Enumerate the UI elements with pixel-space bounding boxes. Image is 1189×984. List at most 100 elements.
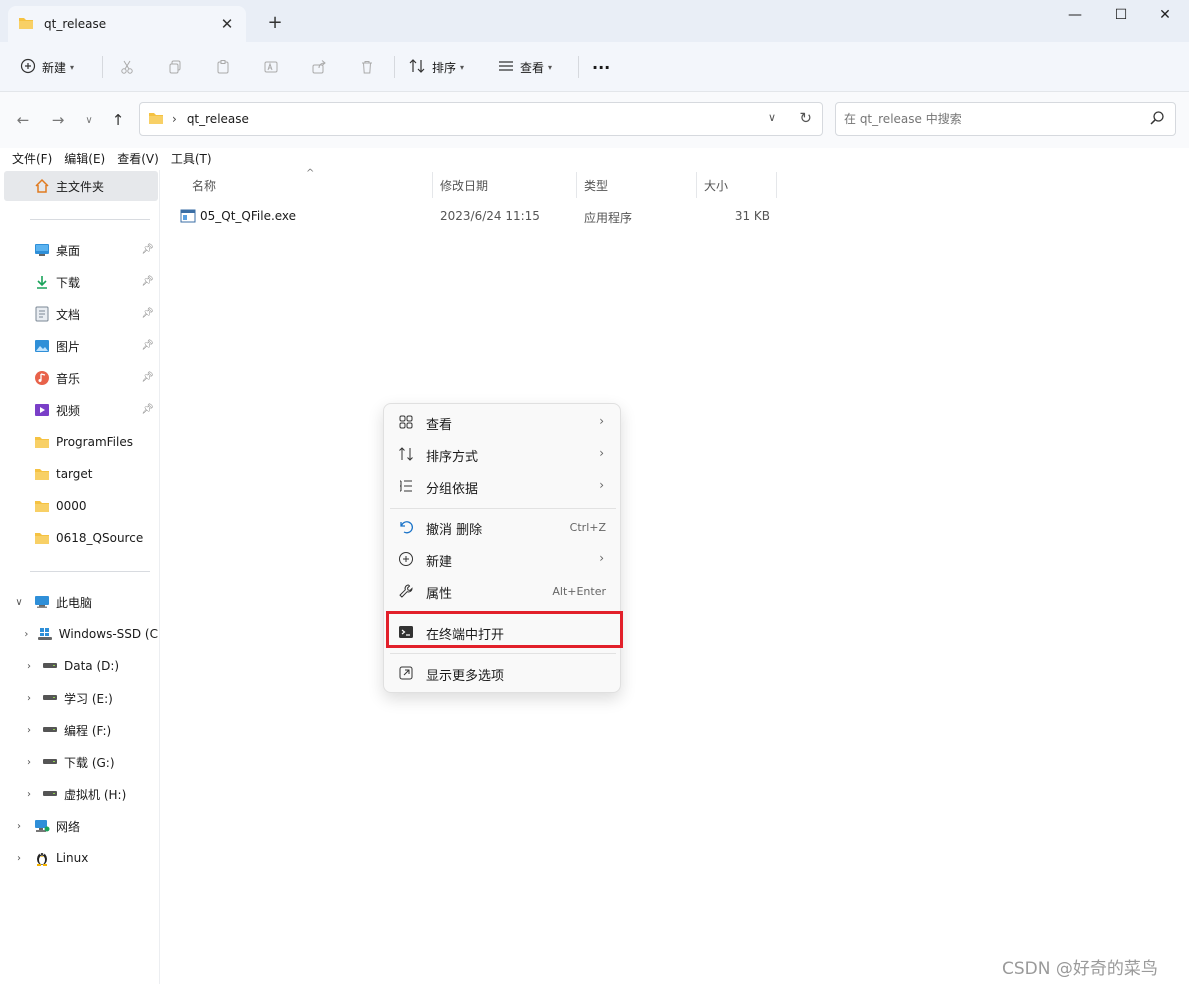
address-bar[interactable]: › qt_release ∨ ↻ [139, 102, 823, 136]
minimize-button[interactable]: — [1052, 0, 1098, 30]
pin-icon[interactable]: 📌︎ [141, 244, 154, 255]
breadcrumb-path[interactable]: qt_release [187, 112, 249, 126]
undo-icon [398, 519, 414, 535]
chevron-right-icon[interactable]: › [22, 661, 36, 672]
context-item-label: 属性 [426, 587, 453, 602]
menu-file[interactable]: 文件(F) [12, 150, 52, 170]
search-icon[interactable] [1149, 110, 1165, 129]
sidebar-item-this-pc[interactable]: ∨ 此电脑 [4, 587, 158, 617]
maximize-button[interactable]: ☐ [1098, 0, 1144, 30]
context-item-properties[interactable]: 属性 Alt+Enter [388, 576, 618, 606]
paste-icon[interactable] [210, 54, 236, 80]
context-item-sort-by[interactable]: 排序方式 › [388, 439, 618, 469]
menu-tools[interactable]: 工具(T) [171, 150, 212, 170]
sidebar-item-drive-g[interactable]: › 下载 (G:) [4, 747, 158, 777]
sidebar-item-drive-f[interactable]: › 编程 (F:) [4, 715, 158, 745]
copy-icon[interactable] [162, 54, 188, 80]
sidebar-item-label: ProgramFiles [56, 435, 133, 449]
folder-icon [18, 16, 34, 33]
tab-close-icon[interactable]: ✕ [216, 13, 238, 35]
plus-circle-icon [20, 58, 36, 77]
pin-icon[interactable]: 📌︎ [141, 404, 154, 415]
context-item-show-more-options[interactable]: 显示更多选项 [388, 658, 618, 688]
sidebar-item-drive-e[interactable]: › 学习 (E:) [4, 683, 158, 713]
context-item-view[interactable]: 查看 › [388, 407, 618, 437]
sidebar-item-videos[interactable]: 视频 📌︎ [4, 395, 158, 425]
tab-qt-release[interactable]: qt_release ✕ [8, 6, 246, 42]
pin-icon[interactable]: 📌︎ [141, 308, 154, 319]
sidebar-divider [30, 219, 150, 220]
column-header-size[interactable]: 大小 [704, 172, 728, 198]
toolbar-divider [102, 56, 103, 78]
column-header-type[interactable]: 类型 [584, 172, 608, 198]
view-button[interactable]: 查看 ▾ [498, 52, 552, 82]
chevron-right-icon[interactable]: › [22, 789, 36, 800]
more-options-button[interactable]: ··· [592, 52, 610, 82]
chevron-right-icon[interactable]: › [22, 629, 31, 640]
up-arrow-icon[interactable]: ↑ [106, 108, 130, 132]
sidebar-item-linux[interactable]: › Linux [4, 843, 158, 873]
sidebar-item-label: Windows-SSD (C [58, 627, 158, 641]
plus-circle-icon [398, 551, 414, 567]
table-row[interactable]: 05_Qt_QFile.exe 2023/6/24 11:15 应用程序 31 … [178, 204, 778, 230]
sidebar-item-home[interactable]: 主文件夹 [4, 171, 158, 201]
pin-icon[interactable]: 📌︎ [141, 340, 154, 351]
shortcut-text: Alt+Enter [552, 585, 606, 598]
column-divider[interactable] [576, 172, 577, 198]
sidebar-item-programfiles[interactable]: ProgramFiles [4, 427, 158, 457]
menu-view[interactable]: 查看(V) [117, 150, 159, 170]
column-header-modified[interactable]: 修改日期 [440, 172, 488, 198]
share-icon[interactable] [306, 54, 332, 80]
chevron-right-icon[interactable]: › [22, 725, 36, 736]
back-arrow-icon[interactable]: ← [11, 108, 35, 132]
context-item-new[interactable]: 新建 › [388, 544, 618, 574]
column-divider[interactable] [776, 172, 777, 198]
sidebar-item-0618-qsource[interactable]: 0618_QSource [4, 523, 158, 553]
address-dropdown-icon[interactable]: ∨ [768, 111, 776, 124]
context-item-group-by[interactable]: 分组依据 › [388, 471, 618, 501]
list-view-icon [498, 59, 514, 76]
sidebar-item-desktop[interactable]: 桌面 📌︎ [4, 235, 158, 265]
column-divider[interactable] [432, 172, 433, 198]
forward-arrow-icon[interactable]: → [46, 108, 70, 132]
chevron-right-icon[interactable]: › [12, 821, 26, 832]
chevron-right-icon[interactable]: › [12, 853, 26, 864]
sidebar-item-drive-c[interactable]: › Windows-SSD (C [4, 619, 158, 649]
new-button[interactable]: 新建 ▾ [20, 52, 74, 82]
menu-edit[interactable]: 编辑(E) [64, 150, 105, 170]
chevron-right-icon[interactable]: › [22, 693, 36, 704]
new-tab-button[interactable]: + [262, 10, 288, 34]
sidebar-item-drive-h[interactable]: › 虚拟机 (H:) [4, 779, 158, 809]
chevron-right-icon[interactable]: › [22, 757, 36, 768]
sidebar-item-documents[interactable]: 文档 📌︎ [4, 299, 158, 329]
cut-icon[interactable] [114, 54, 140, 80]
delete-icon[interactable] [354, 54, 380, 80]
refresh-icon[interactable]: ↻ [799, 109, 812, 127]
close-window-button[interactable]: ✕ [1142, 0, 1188, 30]
recent-locations-chevron-icon[interactable]: ∨ [77, 108, 101, 132]
sidebar-item-label: Data (D:) [64, 659, 120, 673]
sort-icon [398, 446, 414, 462]
pin-icon[interactable]: 📌︎ [141, 276, 154, 287]
sidebar-item-target[interactable]: target [4, 459, 158, 489]
chevron-right-icon: › [599, 414, 604, 428]
search-input[interactable] [844, 109, 1134, 129]
sidebar-item-pictures[interactable]: 图片 📌︎ [4, 331, 158, 361]
sort-button[interactable]: 排序 ▾ [408, 52, 464, 82]
pin-icon[interactable]: 📌︎ [141, 372, 154, 383]
sidebar-item-music[interactable]: 音乐 📌︎ [4, 363, 158, 393]
sidebar-item-drive-d[interactable]: › Data (D:) [4, 651, 158, 681]
sidebar-item-0000[interactable]: 0000 [4, 491, 158, 521]
column-header-name[interactable]: 名称 [192, 172, 216, 198]
sidebar-divider [30, 571, 150, 572]
chevron-right-icon: › [599, 446, 604, 460]
picture-icon [34, 338, 50, 354]
rename-icon[interactable] [258, 54, 284, 80]
context-item-undo-delete[interactable]: 撤消 删除 Ctrl+Z [388, 512, 618, 542]
sidebar-item-network[interactable]: › 网络 [4, 811, 158, 841]
column-divider[interactable] [696, 172, 697, 198]
sidebar-item-downloads[interactable]: 下载 📌︎ [4, 267, 158, 297]
sidebar-item-label: 学习 (E:) [64, 691, 113, 706]
search-box[interactable] [835, 102, 1176, 136]
chevron-down-icon[interactable]: ∨ [12, 597, 26, 608]
